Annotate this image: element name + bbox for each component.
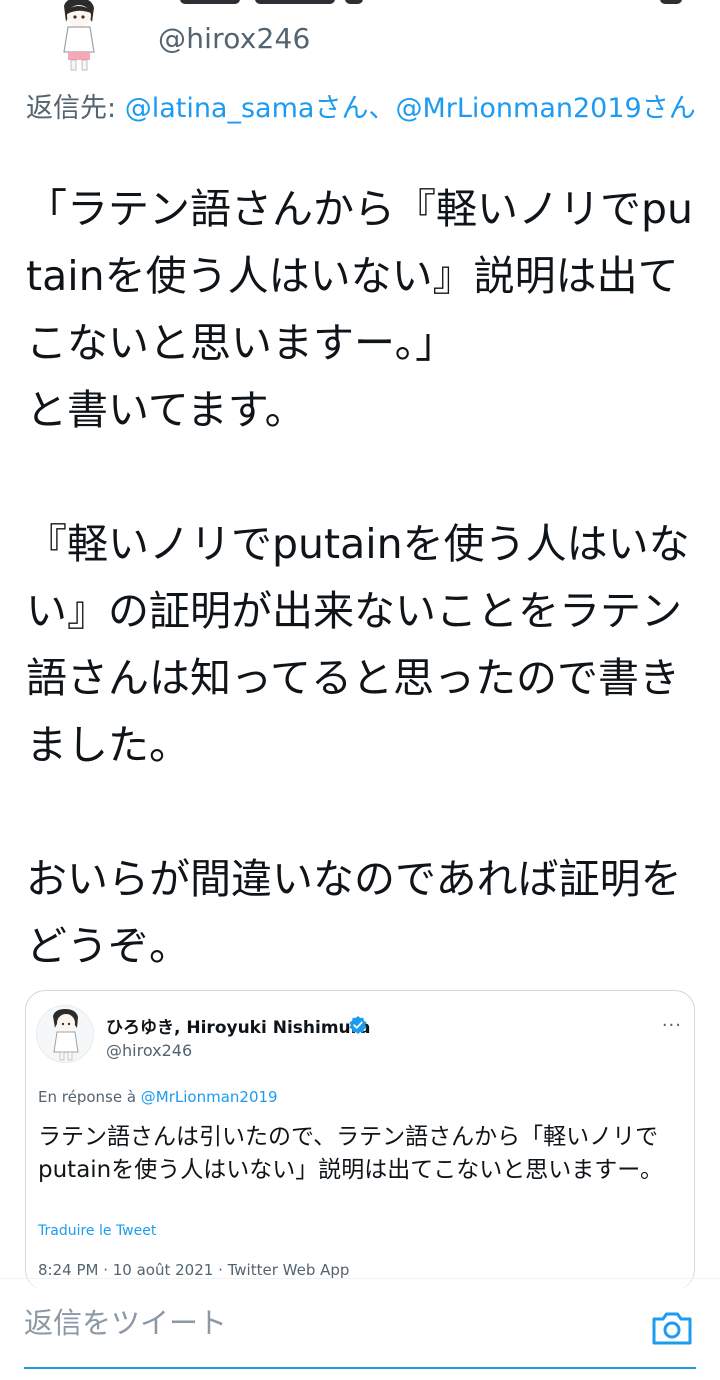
verified-badge-icon	[348, 1015, 368, 1035]
quoted-author-avatar[interactable]	[36, 1005, 94, 1063]
quoted-tweet-card[interactable]: ひろゆき, Hiroyuki Nishimura @hirox246 ··· E…	[25, 990, 695, 1290]
cropped-name-line	[140, 0, 700, 8]
author-avatar[interactable]	[42, 0, 114, 72]
quoted-in-reply-to: En réponse à @MrLionman2019	[38, 1088, 278, 1106]
translate-tweet-link[interactable]: Traduire le Tweet	[38, 1223, 156, 1239]
camera-icon[interactable]	[650, 1306, 694, 1350]
tweet-body: 「ラテン語さんから『軽いノリでputainを使う人はいない』説明は出てこないと思…	[26, 185, 694, 970]
reply-prefix: 返信先:	[26, 93, 125, 124]
reply-mention-latina[interactable]: @latina_sama	[125, 93, 315, 124]
reply-mention-lionman[interactable]: @MrLionman2019	[395, 93, 641, 124]
avatar-illustration-icon	[63, 0, 95, 71]
reply-compose-input[interactable]: 返信をツイート	[24, 1300, 227, 1342]
reply-suffix-1: さん、	[314, 93, 396, 124]
avatar-illustration-icon	[53, 1009, 79, 1061]
more-options-icon[interactable]: ···	[662, 1015, 682, 1036]
compose-underline	[24, 1367, 696, 1369]
compose-divider	[0, 1278, 720, 1279]
quoted-tweet-body: ラテン語さんは引いたので、ラテン語さんから「軽いノリでputainを使う人はいな…	[38, 1124, 664, 1183]
quoted-author-name[interactable]: ひろゆき, Hiroyuki Nishimura	[106, 1013, 371, 1038]
reply-context: 返信先: @latina_samaさん、@MrLionman2019さん	[26, 92, 696, 126]
author-handle[interactable]: @hirox246	[158, 22, 311, 55]
in-reply-prefix: En réponse à	[38, 1088, 141, 1106]
quoted-tweet-timestamp[interactable]: 8:24 PM · 10 août 2021 · Twitter Web App	[38, 1261, 349, 1279]
quoted-author-handle[interactable]: @hirox246	[106, 1041, 192, 1060]
reply-suffix-2: さん	[641, 93, 696, 124]
in-reply-mention[interactable]: @MrLionman2019	[141, 1088, 278, 1106]
